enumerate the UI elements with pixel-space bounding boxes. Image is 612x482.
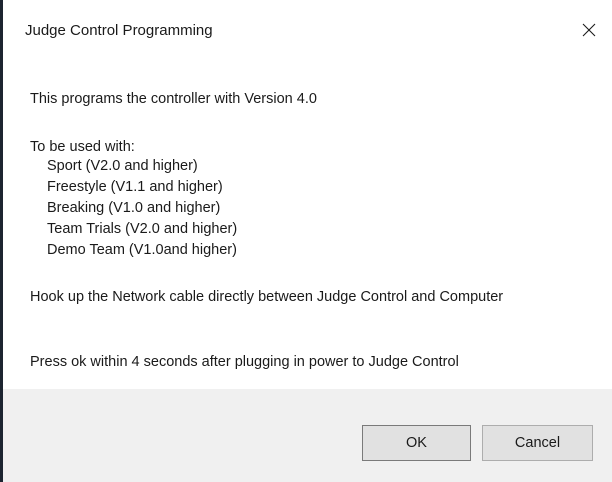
message-dialog: Judge Control Programming This programs … xyxy=(0,0,612,482)
list-item: Team Trials (V2.0 and higher) xyxy=(47,221,238,237)
message-body: This programs the controller with Versio… xyxy=(3,62,612,390)
hookup-instruction: Hook up the Network cable directly betwe… xyxy=(30,289,504,305)
list-item: Sport (V2.0 and higher) xyxy=(47,158,198,174)
button-bar: OK Cancel xyxy=(3,389,612,482)
cancel-button[interactable]: Cancel xyxy=(482,425,593,461)
intro-text: This programs the controller with Versio… xyxy=(30,91,317,107)
ok-button[interactable]: OK xyxy=(362,425,471,461)
usage-header: To be used with: xyxy=(30,139,135,155)
list-item: Demo Team (V1.0and higher) xyxy=(47,242,237,258)
close-icon xyxy=(582,23,596,37)
close-button[interactable] xyxy=(566,12,612,48)
window-title: Judge Control Programming xyxy=(25,22,213,39)
list-item: Breaking (V1.0 and higher) xyxy=(47,200,221,216)
title-bar[interactable]: Judge Control Programming xyxy=(3,0,612,62)
list-item: Freestyle (V1.1 and higher) xyxy=(47,179,223,195)
power-instruction: Press ok within 4 seconds after plugging… xyxy=(30,354,459,370)
